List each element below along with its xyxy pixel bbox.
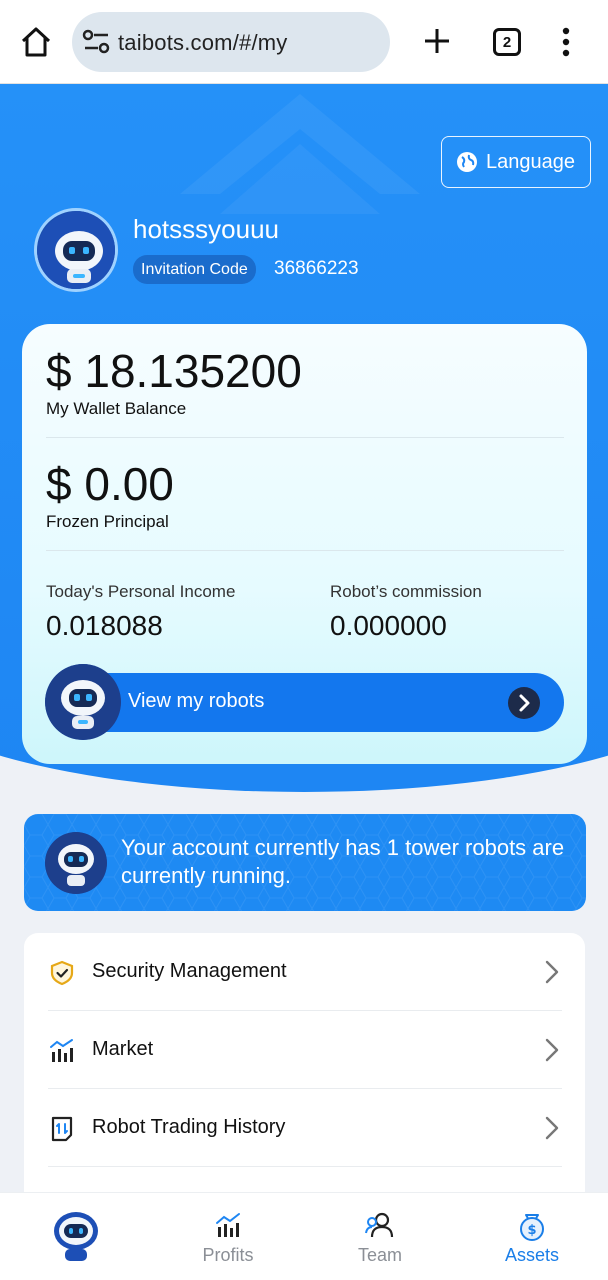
menu-item-label: Robot Trading History bbox=[92, 1116, 286, 1138]
robot-commission-label: Robot’s commission bbox=[330, 582, 482, 601]
robots-running-notice: Your account currently has 1 tower robot… bbox=[24, 814, 586, 911]
divider bbox=[48, 1166, 562, 1167]
view-my-robots-label: View my robots bbox=[128, 690, 265, 712]
notice-text: Your account currently has 1 tower robot… bbox=[121, 835, 565, 888]
home-icon[interactable] bbox=[18, 24, 54, 60]
tab-switcher-button[interactable]: 2 bbox=[493, 28, 521, 56]
nav-label: Profits bbox=[202, 1245, 254, 1265]
chart-bars-icon bbox=[50, 1039, 73, 1062]
invitation-code-label: Invitation Code bbox=[133, 255, 256, 284]
wallet-balance-label: My Wallet Balance bbox=[46, 399, 187, 418]
nav-item-home[interactable] bbox=[0, 1193, 152, 1280]
robot-icon bbox=[45, 664, 121, 740]
robot-avatar-icon bbox=[50, 1209, 102, 1268]
menu-item-label: Market bbox=[92, 1038, 154, 1060]
view-my-robots-button[interactable]: View my robots bbox=[46, 673, 564, 732]
menu-item-label: Security Management bbox=[92, 960, 287, 982]
browser-toolbar: taibots.com/#/my 2 bbox=[0, 0, 608, 84]
language-label: Language bbox=[486, 150, 575, 173]
shield-check-icon bbox=[50, 960, 74, 986]
avatar[interactable] bbox=[34, 208, 118, 292]
language-button[interactable]: Language bbox=[441, 136, 591, 188]
url-text: taibots.com/#/my bbox=[118, 30, 288, 55]
divider bbox=[46, 437, 564, 438]
chevron-right-icon bbox=[545, 960, 559, 984]
nav-item-assets[interactable]: $ Assets bbox=[456, 1193, 608, 1280]
nav-label: Assets bbox=[504, 1245, 560, 1265]
address-bar[interactable]: taibots.com/#/my bbox=[72, 12, 390, 72]
frozen-principal-value: $ 0.00 bbox=[46, 458, 174, 510]
todays-income-value: 0.018088 bbox=[46, 610, 163, 641]
bottom-navigation: Profits Team $ Assets bbox=[0, 1192, 608, 1280]
new-tab-icon[interactable] bbox=[420, 24, 454, 58]
frozen-principal-label: Frozen Principal bbox=[46, 512, 169, 531]
wallet-bag-icon: $ bbox=[517, 1211, 547, 1246]
history-doc-icon bbox=[51, 1116, 73, 1142]
invitation-code[interactable]: 36866223 bbox=[274, 258, 359, 280]
tab-count: 2 bbox=[502, 33, 512, 51]
chevron-right-icon bbox=[545, 1116, 559, 1140]
todays-income-label: Today's Personal Income bbox=[46, 582, 236, 601]
nav-label: Team bbox=[357, 1245, 403, 1265]
more-menu-icon[interactable] bbox=[552, 24, 580, 60]
menu-item-market[interactable]: Market bbox=[24, 1011, 585, 1089]
menu-item-robot-trading-history[interactable]: Robot Trading History bbox=[24, 1089, 585, 1167]
divider bbox=[46, 550, 564, 551]
username: hotsssyouuu bbox=[133, 214, 279, 244]
team-icon bbox=[365, 1211, 395, 1244]
nav-item-profits[interactable]: Profits bbox=[152, 1193, 304, 1280]
robot-commission-value: 0.000000 bbox=[330, 610, 447, 641]
chevron-right-icon bbox=[545, 1038, 559, 1062]
globe-icon bbox=[457, 152, 477, 172]
robot-icon bbox=[45, 832, 107, 894]
nav-item-team[interactable]: Team bbox=[304, 1193, 456, 1280]
menu-item-security-management[interactable]: Security Management bbox=[24, 933, 585, 1011]
chevron-right-icon bbox=[508, 687, 540, 719]
wallet-balance-value: $ 18.135200 bbox=[46, 345, 302, 397]
site-settings-icon[interactable] bbox=[82, 28, 112, 56]
settings-menu: Security Management Market Robot Trading… bbox=[24, 933, 585, 1233]
svg-text:$: $ bbox=[527, 1223, 536, 1238]
chart-icon bbox=[213, 1211, 243, 1244]
